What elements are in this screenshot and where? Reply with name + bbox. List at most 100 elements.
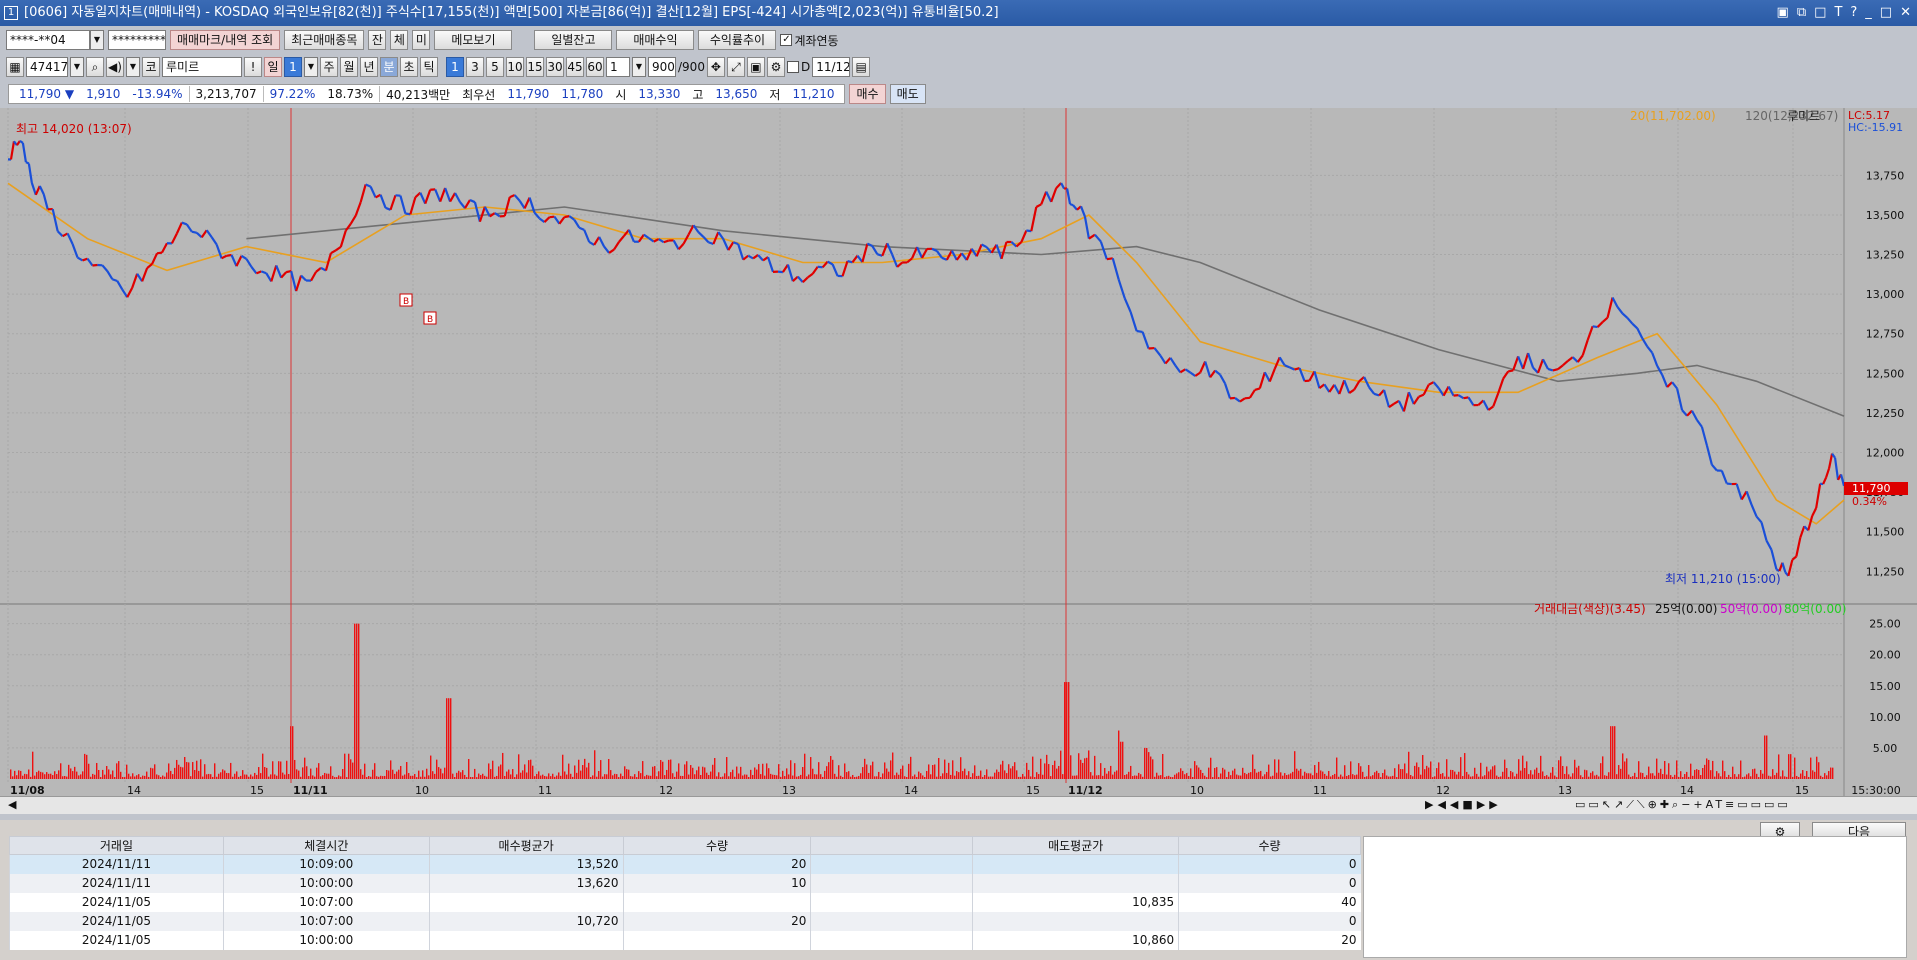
daily-balance-button[interactable]: 일별잔고 [534, 30, 613, 50]
price-volume-chart[interactable]: B B 13,750 13,500 13,250 13,000 12,750 12,500 1… [0, 108, 1917, 797]
volume-bar [30, 776, 32, 779]
range-input[interactable]: 900 [648, 57, 676, 77]
unfilled-button[interactable]: 미 [412, 30, 431, 50]
table-cell: 0 [1178, 911, 1361, 931]
down-arrow-icon: ▼ [64, 87, 75, 101]
table-row[interactable]: 2024/11/05 10:00:00 10,860 20 [9, 930, 1361, 950]
cross-icon[interactable]: ✥ [706, 57, 725, 77]
period-count-dropdown-icon[interactable]: ▼ [304, 57, 318, 77]
close-icon[interactable]: ✕ [1900, 0, 1911, 26]
recent-trades-button[interactable]: 최근매매종목 [284, 30, 365, 50]
volume-bar [960, 757, 962, 779]
chart-area[interactable]: B B 13,750 13,500 13,250 13,000 12,750 12,500 1… [0, 108, 1917, 797]
interval-3-button[interactable]: 3 [466, 57, 484, 77]
memo-view-button[interactable]: 메모보기 [434, 30, 513, 50]
playback-controls[interactable]: ▶◀◀■▶▶ [1425, 798, 1502, 811]
chart-scrollbar[interactable]: ◀ ▶◀◀■▶▶ ▭▭↖↗⟋⟍⊕✚⌕−+AT≡▭▭▭▭ [0, 796, 1917, 814]
period-year-button[interactable]: 년 [360, 57, 378, 77]
scroll-left-icon[interactable]: ◀ [8, 798, 16, 811]
app-icon[interactable]: 1 [4, 6, 18, 20]
line-tool-icon[interactable]: ⤢ [726, 57, 745, 77]
volume-bar [232, 776, 234, 779]
period-day-button[interactable]: 일 [264, 57, 282, 77]
table-row[interactable]: 2024/11/05 10:07:00 10,720 20 0 [9, 911, 1361, 931]
interval-15-button[interactable]: 15 [526, 57, 544, 77]
calendar-icon[interactable]: ▤ [852, 57, 871, 77]
interval-count-input[interactable]: 1 [606, 57, 630, 77]
date-checkbox[interactable]: D [786, 60, 810, 74]
interval-5-button[interactable]: 5 [486, 57, 504, 77]
period-week-button[interactable]: 주 [320, 57, 338, 77]
volume-bar [1220, 773, 1222, 779]
volume-bar [946, 772, 948, 779]
period-tick-button[interactable]: 틱 [420, 57, 438, 77]
interval-45-button[interactable]: 45 [566, 57, 584, 77]
col-buy-avg[interactable]: 매수평균가 [428, 836, 624, 855]
account-link-checkbox[interactable]: ✓ 계좌연동 [780, 32, 839, 49]
table-row[interactable]: 2024/11/11 10:00:00 13,620 10 0 [9, 873, 1361, 893]
help-icon[interactable]: ? [1850, 0, 1857, 26]
volume-bar [1608, 772, 1610, 779]
speaker-icon[interactable]: ◀) [106, 57, 124, 77]
buy-button[interactable]: 매수 [849, 84, 886, 104]
date-input[interactable]: 11/12 [812, 57, 851, 77]
period-count-field[interactable]: 1 [284, 57, 302, 77]
volume-bar [1586, 770, 1588, 779]
period-second-button[interactable]: 초 [400, 57, 418, 77]
interval-60-button[interactable]: 60 [586, 57, 604, 77]
col-sell-qty[interactable]: 수량 [1178, 836, 1361, 855]
trade-history-panel: ⚙ 다음 거래일 체결시간 매수평균가 수량 매도평균가 수량 2024/11/… [0, 820, 1917, 960]
table-row[interactable]: 2024/11/11 10:09:00 13,520 20 0 [9, 854, 1361, 874]
volume-bar [1614, 726, 1616, 779]
chart-tools-icons[interactable]: ▭▭↖↗⟋⟍⊕✚⌕−+AT≡▭▭▭▭ [1575, 798, 1791, 812]
save-icon[interactable]: ▣ [746, 57, 765, 77]
col-date[interactable]: 거래일 [9, 836, 224, 855]
period-month-button[interactable]: 월 [340, 57, 358, 77]
col-buy-qty[interactable]: 수량 [622, 836, 812, 855]
interval-10-button[interactable]: 10 [506, 57, 524, 77]
balance-button[interactable]: 잔 [368, 30, 387, 50]
text-icon[interactable]: T [1834, 0, 1842, 26]
code-dropdown-icon[interactable]: ▼ [70, 57, 84, 77]
volume-bar [1168, 775, 1170, 779]
interval-count-dropdown-icon[interactable]: ▼ [632, 57, 646, 77]
layout-icon[interactable]: ▦ [6, 57, 24, 77]
checkbox-icon[interactable] [786, 61, 799, 73]
col-sell-avg[interactable]: 매도평균가 [972, 836, 1180, 855]
volume-bar [220, 772, 222, 779]
filled-button[interactable]: 체 [390, 30, 409, 50]
interval-1-button[interactable]: 1 [446, 57, 464, 77]
search-icon[interactable]: ⌕ [86, 57, 104, 77]
volume-bar [1160, 775, 1162, 779]
account-input[interactable]: ****-**04 [6, 30, 90, 50]
maximize-icon[interactable]: □ [1880, 0, 1892, 26]
return-trend-button[interactable]: 수익률추이 [698, 30, 777, 50]
password-input[interactable]: ********* [108, 30, 166, 50]
trade-mark-query-button[interactable]: 매매마크/내역 조회 [170, 30, 281, 50]
volume-bar [574, 765, 576, 779]
interval-30-button[interactable]: 30 [546, 57, 564, 77]
speaker-dropdown-icon[interactable]: ▼ [126, 57, 140, 77]
restore-icon[interactable]: □ [1814, 0, 1826, 26]
volume-bar [1774, 775, 1776, 779]
volume-bar [1790, 754, 1792, 779]
gear-icon[interactable]: ⚙ [766, 57, 785, 77]
volume-bar [1504, 759, 1506, 779]
account-dropdown-icon[interactable]: ▼ [90, 30, 104, 50]
stock-name-field[interactable]: 루미르 [162, 57, 242, 77]
volume-bar [406, 762, 408, 779]
copy-window-icon[interactable]: ⧉ [1797, 0, 1806, 26]
minimize-icon[interactable]: _ [1865, 0, 1872, 26]
trading-profit-button[interactable]: 매매수익 [616, 30, 695, 50]
table-row[interactable]: 2024/11/05 10:07:00 10,835 40 [9, 892, 1361, 912]
period-minute-button[interactable]: 분 [380, 57, 398, 77]
volume-bar [396, 771, 398, 779]
volume-bar [1016, 770, 1018, 779]
stock-code-input[interactable]: 474170 [26, 57, 68, 77]
volume-bar [708, 774, 710, 779]
sell-button[interactable]: 매도 [889, 84, 926, 104]
link-icon[interactable]: ▣ [1777, 0, 1789, 26]
col-time[interactable]: 체결시간 [222, 836, 430, 855]
checkbox-icon[interactable]: ✓ [780, 34, 793, 46]
alert-button[interactable]: ! [244, 57, 262, 77]
